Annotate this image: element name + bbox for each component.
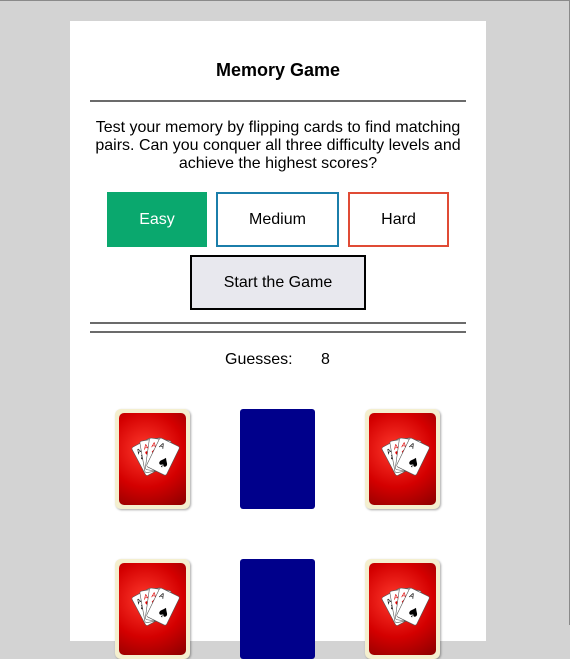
divider-mid-2 [90, 331, 466, 333]
medium-button[interactable]: Medium [216, 192, 339, 247]
aces-fan-icon: A♣A♥A♦A♠ [369, 563, 436, 655]
guesses-label: Guesses: [225, 351, 293, 368]
memory-card-aces[interactable]: A♣A♥A♦A♠ [115, 559, 190, 659]
aces-fan-icon: A♣A♥A♦A♠ [369, 413, 436, 505]
memory-card-aces[interactable]: A♣A♥A♦A♠ [115, 409, 190, 509]
intro-text: Test your memory by flipping cards to fi… [95, 119, 461, 172]
window-top-border [0, 0, 570, 1]
guesses-count: 8 [321, 351, 330, 368]
memory-card-aces[interactable]: A♣A♥A♦A♠ [365, 559, 440, 659]
aces-fan-icon: A♣A♥A♦A♠ [119, 563, 186, 655]
divider-mid-1 [90, 322, 466, 324]
easy-button[interactable]: Easy [107, 192, 207, 247]
memory-card-blue[interactable] [240, 409, 315, 509]
start-game-button[interactable]: Start the Game [190, 255, 366, 310]
hard-button[interactable]: Hard [348, 192, 449, 247]
memory-card-blue[interactable] [240, 559, 315, 659]
aces-fan-icon: A♣A♥A♦A♠ [119, 413, 186, 505]
memory-card-aces[interactable]: A♣A♥A♦A♠ [365, 409, 440, 509]
page-title: Memory Game [215, 60, 341, 80]
divider-top [90, 100, 466, 102]
game-panel: Memory Game Test your memory by flipping… [70, 21, 486, 659]
